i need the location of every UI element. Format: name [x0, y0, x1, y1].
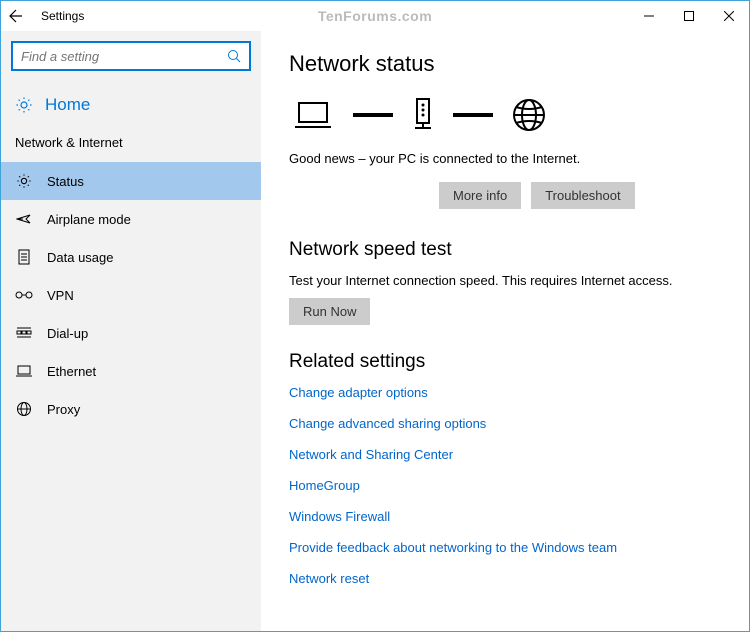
close-button[interactable] [709, 1, 749, 31]
sidebar-item-dial-up[interactable]: Dial-up [1, 314, 261, 352]
globe-icon [511, 97, 547, 133]
sidebar-item-proxy[interactable]: Proxy [1, 390, 261, 428]
dialup-icon [15, 326, 33, 340]
related-link[interactable]: Change adapter options [289, 385, 721, 400]
proxy-icon [15, 401, 33, 417]
connection-line [353, 113, 393, 117]
search-icon [227, 49, 241, 63]
sidebar-item-label: Dial-up [47, 326, 88, 341]
related-link[interactable]: HomeGroup [289, 478, 721, 493]
home-nav[interactable]: Home [1, 85, 261, 125]
related-link[interactable]: Change advanced sharing options [289, 416, 721, 431]
sidebar-item-status[interactable]: Status [1, 162, 261, 200]
gear-icon [15, 96, 33, 114]
run-now-button[interactable]: Run Now [289, 298, 370, 325]
related-link[interactable]: Provide feedback about networking to the… [289, 540, 721, 555]
maximize-button[interactable] [669, 1, 709, 31]
window-title: Settings [41, 9, 84, 23]
sidebar-item-label: Status [47, 174, 84, 189]
search-input[interactable] [21, 49, 227, 64]
back-arrow-icon [8, 8, 24, 24]
back-button[interactable] [1, 1, 31, 31]
window-controls [629, 1, 749, 31]
content-area: Home Network & Internet Status Airplane m… [1, 31, 749, 631]
vpn-icon [15, 289, 33, 301]
related-heading: Related settings [289, 351, 721, 373]
sidebar: Home Network & Internet Status Airplane m… [1, 31, 261, 631]
settings-window: Settings TenForums.com Home Network & In… [0, 0, 750, 632]
maximize-icon [684, 11, 694, 21]
status-heading: Network status [289, 51, 721, 77]
related-link[interactable]: Windows Firewall [289, 509, 721, 524]
computer-icon [295, 100, 335, 130]
status-buttons: More info Troubleshoot [439, 182, 721, 209]
speed-heading: Network speed test [289, 239, 721, 261]
data-usage-icon [15, 249, 33, 265]
main-panel: Network status Good news – your PC is co… [261, 31, 749, 631]
related-links: Change adapter options Change advanced sh… [289, 385, 721, 586]
minimize-icon [644, 11, 654, 21]
troubleshoot-button[interactable]: Troubleshoot [531, 182, 634, 209]
router-icon [411, 97, 435, 133]
sidebar-item-vpn[interactable]: VPN [1, 276, 261, 314]
related-link[interactable]: Network and Sharing Center [289, 447, 721, 462]
related-link[interactable]: Network reset [289, 571, 721, 586]
sidebar-item-label: VPN [47, 288, 74, 303]
nav-list: Status Airplane mode Data usage VPN Dial-up E… [1, 162, 261, 428]
sidebar-item-airplane-mode[interactable]: Airplane mode [1, 200, 261, 238]
ethernet-icon [15, 364, 33, 378]
status-text: Good news – your PC is connected to the … [289, 151, 721, 166]
sidebar-item-label: Data usage [47, 250, 114, 265]
status-icon [15, 173, 33, 189]
sidebar-item-ethernet[interactable]: Ethernet [1, 352, 261, 390]
speed-desc: Test your Internet connection speed. Thi… [289, 273, 721, 288]
watermark: TenForums.com [318, 8, 432, 24]
sidebar-item-data-usage[interactable]: Data usage [1, 238, 261, 276]
search-box[interactable] [11, 41, 251, 71]
network-diagram [295, 97, 721, 133]
more-info-button[interactable]: More info [439, 182, 521, 209]
sidebar-section-title: Network & Internet [1, 125, 261, 162]
minimize-button[interactable] [629, 1, 669, 31]
home-label: Home [45, 95, 90, 115]
sidebar-item-label: Proxy [47, 402, 80, 417]
sidebar-item-label: Ethernet [47, 364, 96, 379]
airplane-icon [15, 211, 33, 227]
connection-line [453, 113, 493, 117]
sidebar-item-label: Airplane mode [47, 212, 131, 227]
titlebar: Settings TenForums.com [1, 1, 749, 31]
close-icon [724, 11, 734, 21]
